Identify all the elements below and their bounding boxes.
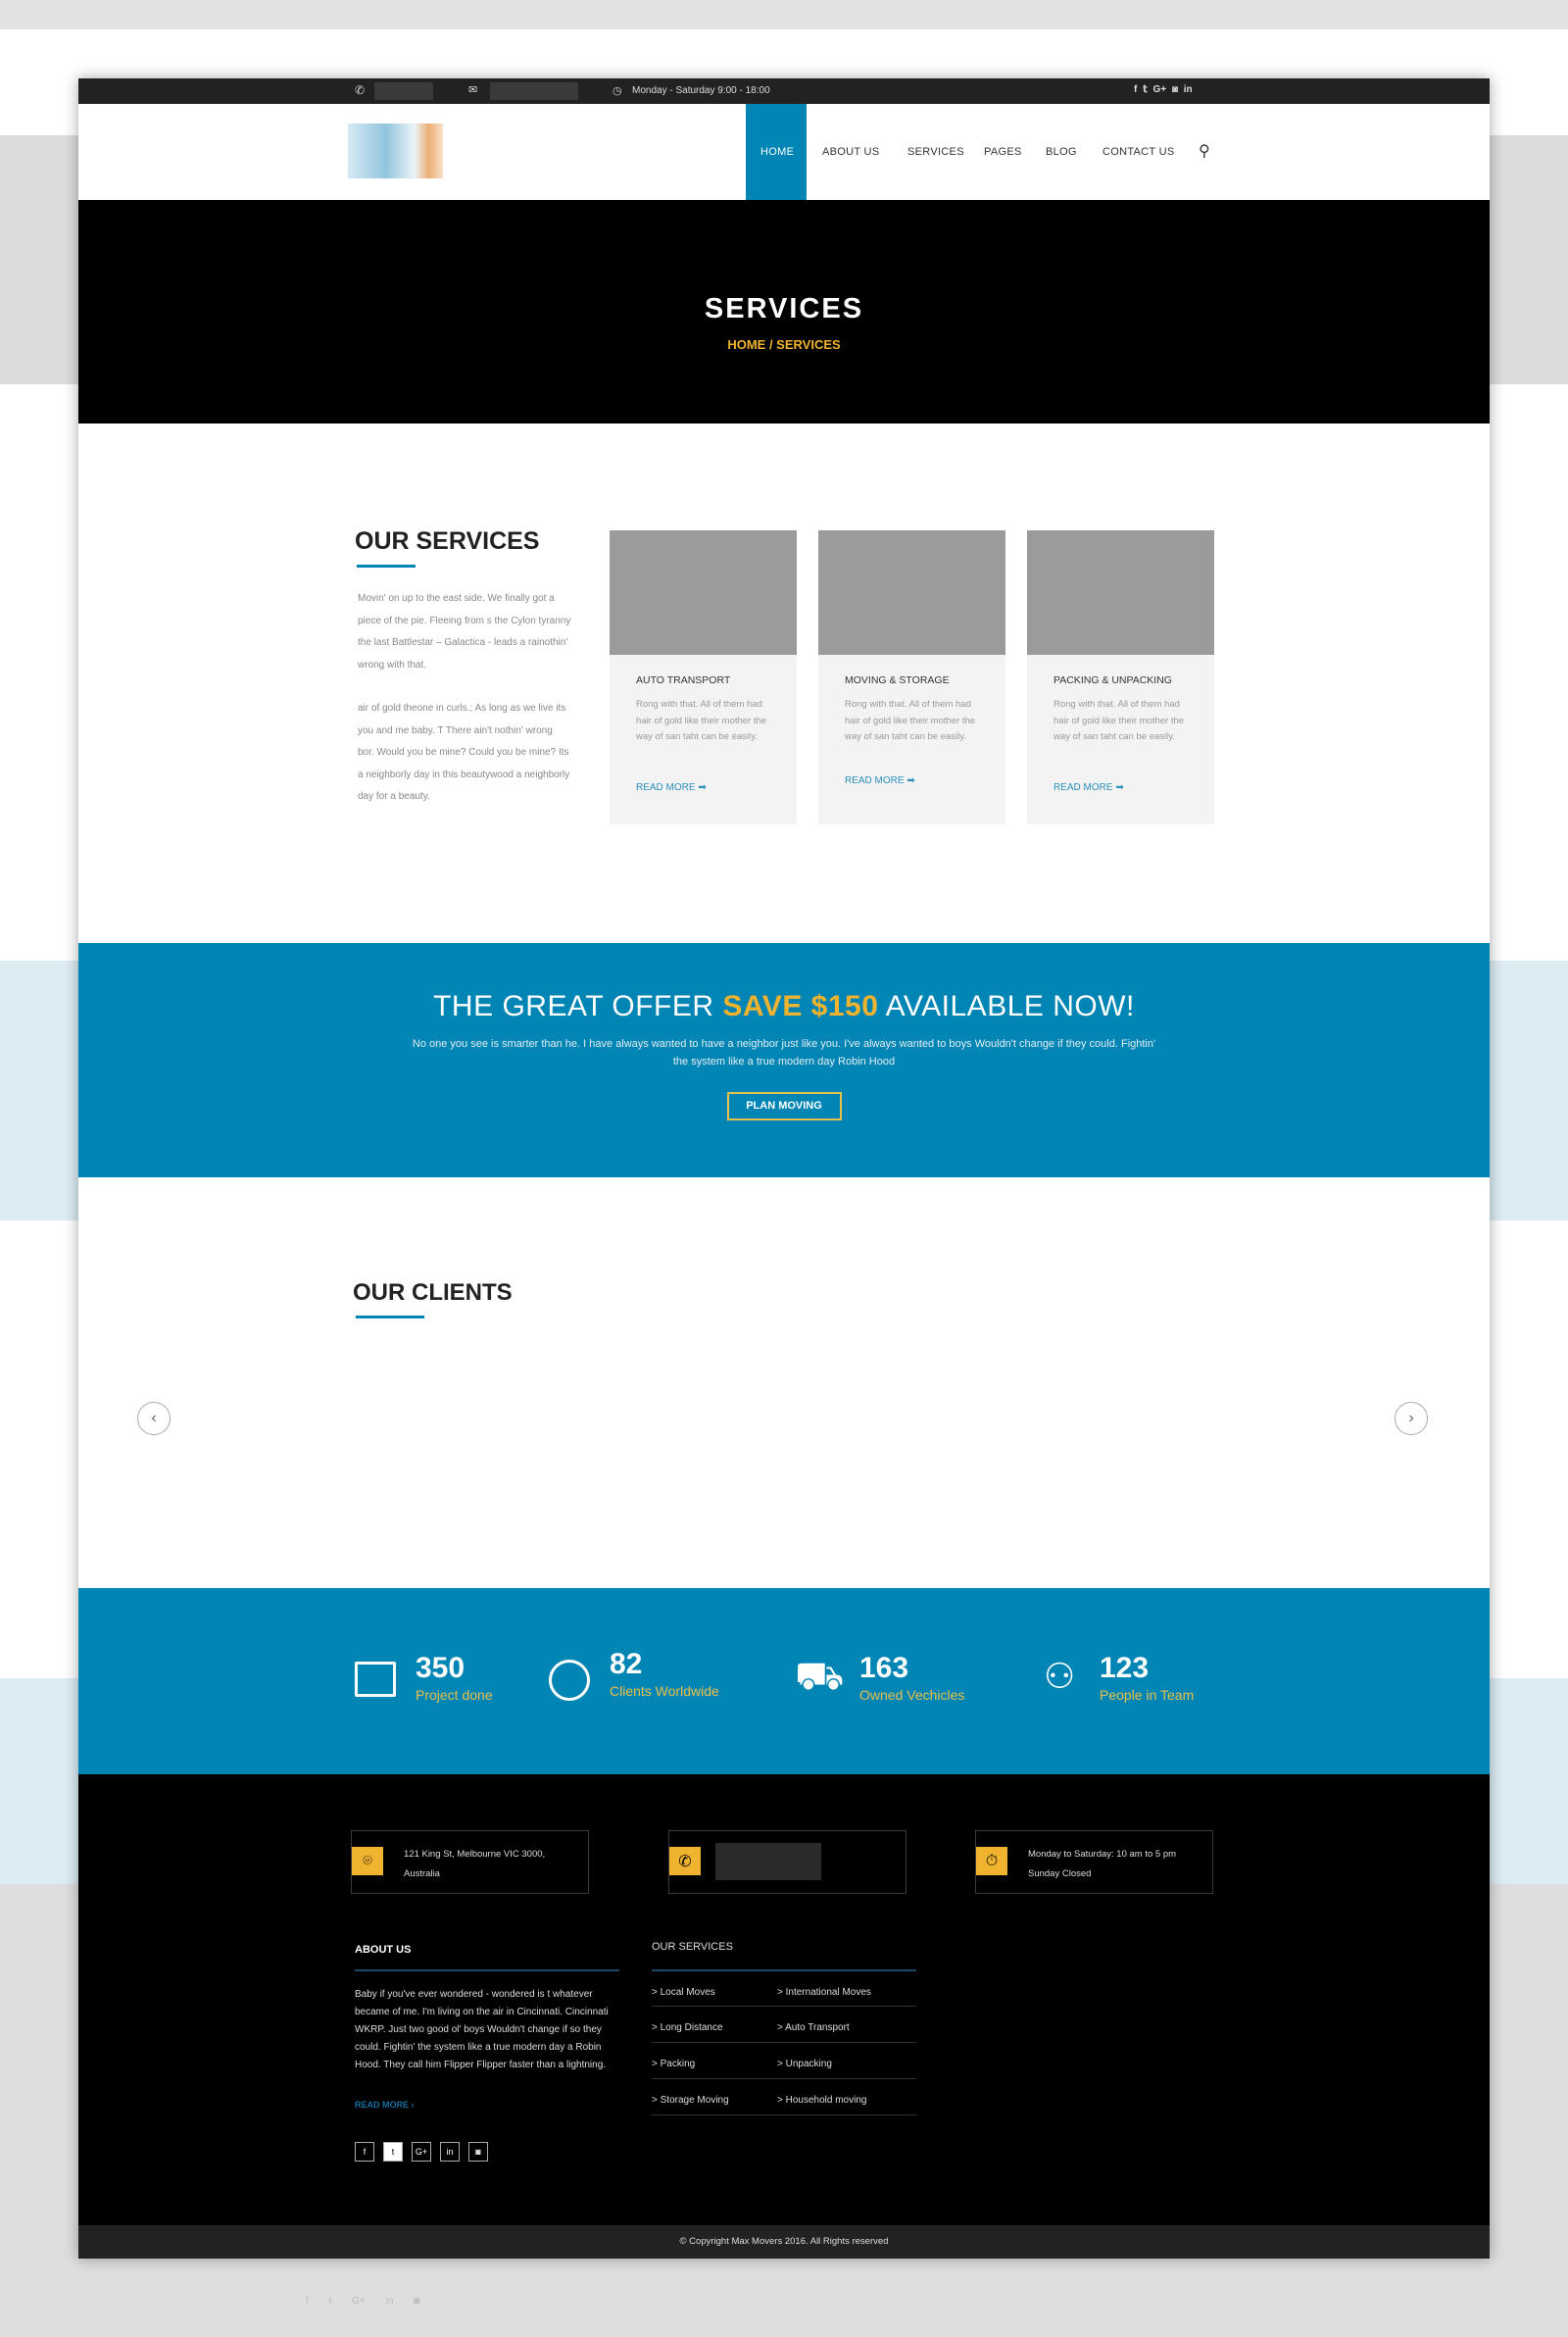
read-more-link[interactable]: READ MORE ➡ (636, 782, 707, 793)
breadcrumb[interactable]: HOME / SERVICES (78, 337, 1490, 352)
bg-topbar-ghost (0, 0, 1568, 29)
header: HOME ABOUT US SERVICES PAGES BLOG CONTAC… (78, 104, 1490, 200)
page-hero: SERVICES HOME / SERVICES (78, 200, 1490, 423)
logo[interactable] (348, 124, 443, 178)
footer-services-title: OUR SERVICES (652, 1941, 733, 1953)
clients-title: OUR CLIENTS (353, 1279, 513, 1306)
services-intro-1: Movin' on up to the east side. We finall… (358, 593, 571, 671)
footer-about-text: Baby if you've ever wondered - wondered … (355, 1989, 609, 2070)
service-title: PACKING & UNPACKING (1054, 674, 1172, 686)
calendar-icon (355, 1662, 396, 1697)
opening-hours: Monday - Saturday 9:00 - 18:00 (632, 85, 770, 96)
search-icon[interactable]: ⚲ (1199, 141, 1210, 161)
divider (652, 2078, 916, 2079)
email-blurred (490, 82, 578, 100)
read-more-link[interactable]: READ MORE ➡ (1054, 782, 1124, 793)
mail-icon: ✉ (468, 84, 478, 96)
footer-service-link[interactable]: > Storage Moving (652, 2095, 729, 2106)
carousel-prev-button[interactable]: ‹ (137, 1402, 171, 1435)
nav-pages[interactable]: PAGES (984, 104, 1022, 200)
google-plus-icon[interactable]: G+ (412, 2142, 431, 2162)
divider (652, 2042, 916, 2043)
social-icons[interactable]: f 𝕥 G+ ◙ in (1134, 84, 1193, 95)
footer-service-link[interactable]: > Unpacking (777, 2059, 832, 2069)
divider (652, 2114, 916, 2115)
stat-number: 163 (859, 1652, 909, 1684)
stat-number: 123 (1100, 1652, 1150, 1684)
stat-label: Clients Worldwide (610, 1683, 719, 1699)
phone-icon: ✆ (355, 83, 366, 97)
top-bar: ✆ ✉ ◷ Monday - Saturday 9:00 - 18:00 f 𝕥… (78, 78, 1490, 104)
divider (652, 1969, 916, 1971)
twitter-icon[interactable]: t (383, 2142, 403, 2162)
service-text: Rong with that. All of them had hair of … (1054, 699, 1185, 742)
arrow-right-icon: ➡ (698, 782, 707, 793)
facebook-icon[interactable]: f (355, 2142, 374, 2162)
service-title: AUTO TRANSPORT (636, 674, 731, 686)
service-card: MOVING & STORAGE Rong with that. All of … (818, 530, 1005, 824)
stats-band (78, 1588, 1490, 1774)
stopwatch-icon: ⏱ (976, 1847, 1007, 1875)
contact-hours: ⏱ Monday to Saturday: 10 am to 5 pm Sunda… (975, 1830, 1213, 1894)
service-card: PACKING & UNPACKING Rong with that. All … (1027, 530, 1214, 824)
service-title: MOVING & STORAGE (845, 674, 950, 686)
stat-label: People in Team (1100, 1687, 1195, 1703)
nav-services[interactable]: SERVICES (907, 104, 964, 200)
map-pin-icon: ⌾ (352, 1847, 383, 1875)
service-text: Rong with that. All of them had hair of … (636, 699, 767, 742)
arrow-right-icon: ➡ (1115, 782, 1124, 793)
ghost-social-icons: f t G+ in ◙ (306, 2296, 420, 2307)
offer-title: THE GREAT OFFER SAVE $150 AVAILABLE NOW! (433, 990, 1135, 1022)
stat-label: Project done (416, 1687, 493, 1703)
contact-phone: ✆ (668, 1830, 906, 1894)
services-intro-2: air of gold theone in curls.; As long as… (358, 703, 570, 802)
truck-icon: ⛟ (795, 1655, 845, 1698)
stat-number: 350 (416, 1652, 466, 1684)
people-icon: ⚇ (1044, 1656, 1076, 1696)
footer-read-more-link[interactable]: READ MORE › (355, 2100, 415, 2110)
page-title: SERVICES (704, 293, 864, 324)
divider (652, 2006, 916, 2007)
title-underline (356, 1316, 424, 1318)
title-underline (357, 565, 416, 568)
phone-number-blurred (715, 1843, 821, 1880)
nav-blog[interactable]: BLOG (1046, 104, 1077, 200)
page-frame: ✆ ✉ ◷ Monday - Saturday 9:00 - 18:00 f 𝕥… (78, 78, 1490, 2259)
instagram-icon[interactable]: ◙ (468, 2142, 488, 2162)
linkedin-icon[interactable]: in (440, 2142, 460, 2162)
clock-icon: ◷ (612, 85, 622, 97)
globe-icon (549, 1660, 590, 1701)
offer-banner: THE GREAT OFFER SAVE $150 AVAILABLE NOW!… (78, 943, 1490, 1177)
divider (355, 1969, 619, 1971)
footer-service-link[interactable]: > Packing (652, 2059, 695, 2069)
contact-address: ⌾ 121 King St, Melbourne VIC 3000, Austra… (351, 1830, 589, 1894)
copyright: © Copyright Max Movers 2016. All Rights … (78, 2225, 1490, 2259)
footer-service-link[interactable]: > Auto Transport (777, 2022, 850, 2033)
footer-service-link[interactable]: > International Moves (777, 1987, 871, 1998)
nav-contact-us[interactable]: CONTACT US (1102, 104, 1175, 200)
service-image (1027, 530, 1214, 655)
nav-about-us[interactable]: ABOUT US (822, 104, 879, 200)
footer-service-link[interactable]: > Long Distance (652, 2022, 723, 2033)
nav-home[interactable]: HOME (760, 104, 794, 200)
footer-about-title: ABOUT US (355, 1944, 412, 1956)
phone-number-blurred (374, 82, 433, 100)
arrow-right-icon: ➡ (906, 775, 915, 786)
stat-number: 82 (610, 1648, 643, 1680)
footer-service-link[interactable]: > Local Moves (652, 1987, 715, 1998)
phone-icon: ✆ (669, 1847, 701, 1875)
services-title: OUR SERVICES (355, 527, 540, 555)
carousel-next-button[interactable]: › (1395, 1402, 1428, 1435)
offer-text: No one you see is smarter than he. I hav… (412, 1038, 1156, 1068)
service-card: AUTO TRANSPORT Rong with that. All of th… (610, 530, 797, 824)
footer-service-link[interactable]: > Household moving (777, 2095, 866, 2106)
plan-moving-button[interactable]: PLAN MOVING (726, 1092, 842, 1120)
service-image (818, 530, 1005, 655)
service-image (610, 530, 797, 655)
stat-label: Owned Vechicles (859, 1687, 965, 1703)
service-text: Rong with that. All of them had hair of … (845, 699, 976, 742)
read-more-link[interactable]: READ MORE ➡ (845, 775, 915, 786)
